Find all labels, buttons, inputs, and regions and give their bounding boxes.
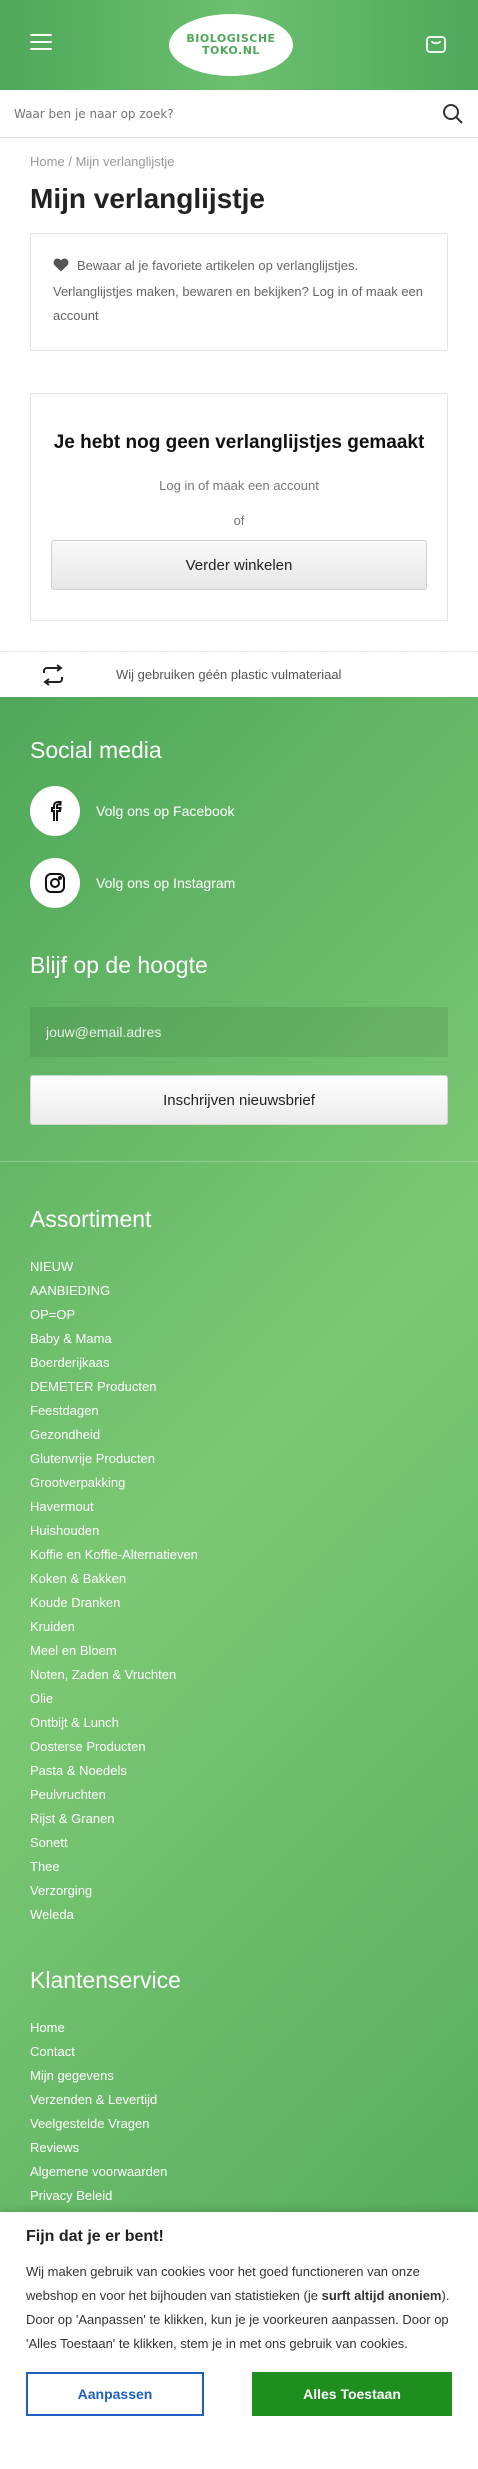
cookie-accept-all-button[interactable]: Alles Toestaan bbox=[252, 2372, 452, 2416]
assortiment-link[interactable]: NIEUW bbox=[30, 1255, 448, 1279]
klantenservice-title: Klantenservice bbox=[30, 1967, 181, 1993]
or-text: of bbox=[233, 513, 245, 528]
newsletter-email-input[interactable] bbox=[30, 1007, 448, 1057]
assortiment-link[interactable]: Grootverpakking bbox=[30, 1471, 448, 1495]
klantenservice-link[interactable]: Privacy Beleid bbox=[30, 2184, 448, 2208]
assortiment-link[interactable]: Weleda bbox=[30, 1903, 448, 1927]
assortiment-link[interactable]: Koude Dranken bbox=[30, 1591, 448, 1615]
login-link[interactable]: Log in of maak een account bbox=[51, 478, 427, 493]
facebook-link[interactable]: Volg ons op Facebook bbox=[30, 786, 448, 836]
cookie-text: Wij maken gebruik van cookies voor het g… bbox=[26, 2260, 452, 2356]
assortiment-link[interactable]: Boerderijkaas bbox=[30, 1351, 448, 1375]
assortiment-link[interactable]: Feestdagen bbox=[30, 1399, 448, 1423]
breadcrumb-separator: / bbox=[68, 154, 72, 169]
search-bar bbox=[0, 90, 478, 138]
empty-wishlist-panel: Je hebt nog geen verlanglijstjes gemaakt… bbox=[30, 393, 448, 621]
continue-shopping-button[interactable]: Verder winkelen bbox=[51, 540, 427, 590]
assortiment-link[interactable]: Pasta & Noedels bbox=[30, 1759, 448, 1783]
assortiment-link[interactable]: Koffie en Koffie-Alternatieven bbox=[30, 1543, 448, 1567]
assortiment-link[interactable]: Koken & Bakken bbox=[30, 1567, 448, 1591]
klantenservice-link[interactable]: Reviews bbox=[30, 2136, 448, 2160]
assortiment-link[interactable]: Gezondheid bbox=[30, 1423, 448, 1447]
assortiment-link[interactable]: Glutenvrije Producten bbox=[30, 1447, 448, 1471]
cookie-banner: Fijn dat je er bent! Wij maken gebruik v… bbox=[0, 2212, 478, 2469]
search-input[interactable] bbox=[0, 90, 478, 138]
site-logo[interactable]: BIOLOGISCHE TOKO.NL bbox=[169, 14, 293, 76]
heart-icon bbox=[53, 256, 69, 280]
assortiment-link[interactable]: Ontbijt & Lunch bbox=[30, 1711, 448, 1735]
wishlist-info-text: Bewaar al je favoriete artikelen op verl… bbox=[53, 258, 424, 323]
newsletter-title: Blijf op de hoogte bbox=[30, 952, 208, 978]
assortiment-link[interactable]: Huishouden bbox=[30, 1519, 448, 1543]
assortiment-link[interactable]: Meel en Bloem bbox=[30, 1639, 448, 1663]
breadcrumb-home[interactable]: Home bbox=[30, 154, 65, 169]
assortiment-link[interactable]: OP=OP bbox=[30, 1303, 448, 1327]
empty-wishlist-title: Je hebt nog geen verlanglijstjes gemaakt bbox=[53, 432, 425, 453]
page-title: Mijn verlanglijstje bbox=[30, 183, 265, 214]
assortiment-link[interactable]: Kruiden bbox=[30, 1615, 448, 1639]
assortiment-title: Assortiment bbox=[30, 1206, 152, 1232]
assortiment-link[interactable]: Oosterse Producten bbox=[30, 1735, 448, 1759]
hamburger-menu-icon[interactable] bbox=[30, 34, 52, 52]
usp-bar: Wij gebruiken géén plastic vulmateriaal bbox=[0, 651, 478, 697]
usp-text: Wij gebruiken géén plastic vulmateriaal bbox=[116, 667, 342, 682]
assortiment-link[interactable]: DEMETER Producten bbox=[30, 1375, 448, 1399]
assortiment-link[interactable]: Rijst & Granen bbox=[30, 1807, 448, 1831]
klantenservice-link[interactable]: Veelgestelde Vragen bbox=[30, 2112, 448, 2136]
assortiment-link[interactable]: AANBIEDING bbox=[30, 1279, 448, 1303]
assortiment-link[interactable]: Olie bbox=[30, 1687, 448, 1711]
klantenservice-link[interactable]: Contact bbox=[30, 2040, 448, 2064]
klantenservice-link[interactable]: Mijn gegevens bbox=[30, 2064, 448, 2088]
newsletter-subscribe-button[interactable]: Inschrijven nieuwsbrief bbox=[30, 1075, 448, 1125]
logo-line-2: TOKO.NL bbox=[202, 44, 260, 57]
logo-text: BIOLOGISCHE TOKO.NL bbox=[186, 33, 275, 57]
facebook-icon[interactable] bbox=[30, 786, 80, 836]
cookie-title: Fijn dat je er bent! bbox=[26, 2228, 164, 2245]
assortiment-link[interactable]: Peulvruchten bbox=[30, 1783, 448, 1807]
assortiment-list: NIEUW AANBIEDING OP=OP Baby & Mama Boerderij… bbox=[30, 1255, 448, 1927]
footer-divider bbox=[0, 1161, 478, 1162]
klantenservice-link[interactable]: Verzenden & Levertijd bbox=[30, 2088, 448, 2112]
instagram-label[interactable]: Volg ons op Instagram bbox=[96, 875, 235, 891]
shopping-bag-icon[interactable] bbox=[424, 31, 448, 55]
instagram-link[interactable]: Volg ons op Instagram bbox=[30, 858, 448, 908]
main-content: Home / Mijn verlanglijstje Mijn verlangl… bbox=[0, 138, 478, 621]
assortiment-link[interactable]: Sonett bbox=[30, 1831, 448, 1855]
assortiment-link[interactable]: Havermout bbox=[30, 1495, 448, 1519]
social-media-title: Social media bbox=[30, 737, 162, 763]
cookie-buttons: Aanpassen Alles Toestaan bbox=[26, 2372, 452, 2416]
klantenservice-link[interactable]: Home bbox=[30, 2016, 448, 2040]
search-icon[interactable] bbox=[442, 103, 464, 125]
assortiment-link[interactable]: Verzorging bbox=[30, 1879, 448, 1903]
instagram-icon[interactable] bbox=[30, 858, 80, 908]
site-footer: Social media Volg ons op Facebook Volg o… bbox=[0, 697, 478, 2432]
klantenservice-link[interactable]: Algemene voorwaarden bbox=[30, 2160, 448, 2184]
facebook-label[interactable]: Volg ons op Facebook bbox=[96, 803, 235, 819]
breadcrumb-current: Mijn verlanglijstje bbox=[75, 154, 175, 169]
assortiment-link[interactable]: Noten, Zaden & Vruchten bbox=[30, 1663, 448, 1687]
site-header: BIOLOGISCHE TOKO.NL bbox=[0, 0, 478, 90]
recycle-arrows-icon bbox=[40, 663, 66, 686]
wishlist-info-box: Bewaar al je favoriete artikelen op verl… bbox=[30, 233, 448, 351]
breadcrumb: Home / Mijn verlanglijstje bbox=[30, 138, 448, 169]
assortiment-link[interactable]: Thee bbox=[30, 1855, 448, 1879]
assortiment-link[interactable]: Baby & Mama bbox=[30, 1327, 448, 1351]
cookie-text-bold: surft altijd anoniem bbox=[321, 2288, 442, 2303]
cookie-customize-button[interactable]: Aanpassen bbox=[26, 2372, 204, 2416]
klantenservice-list: Home Contact Mijn gegevens Verzenden & Leve… bbox=[30, 2016, 448, 2232]
